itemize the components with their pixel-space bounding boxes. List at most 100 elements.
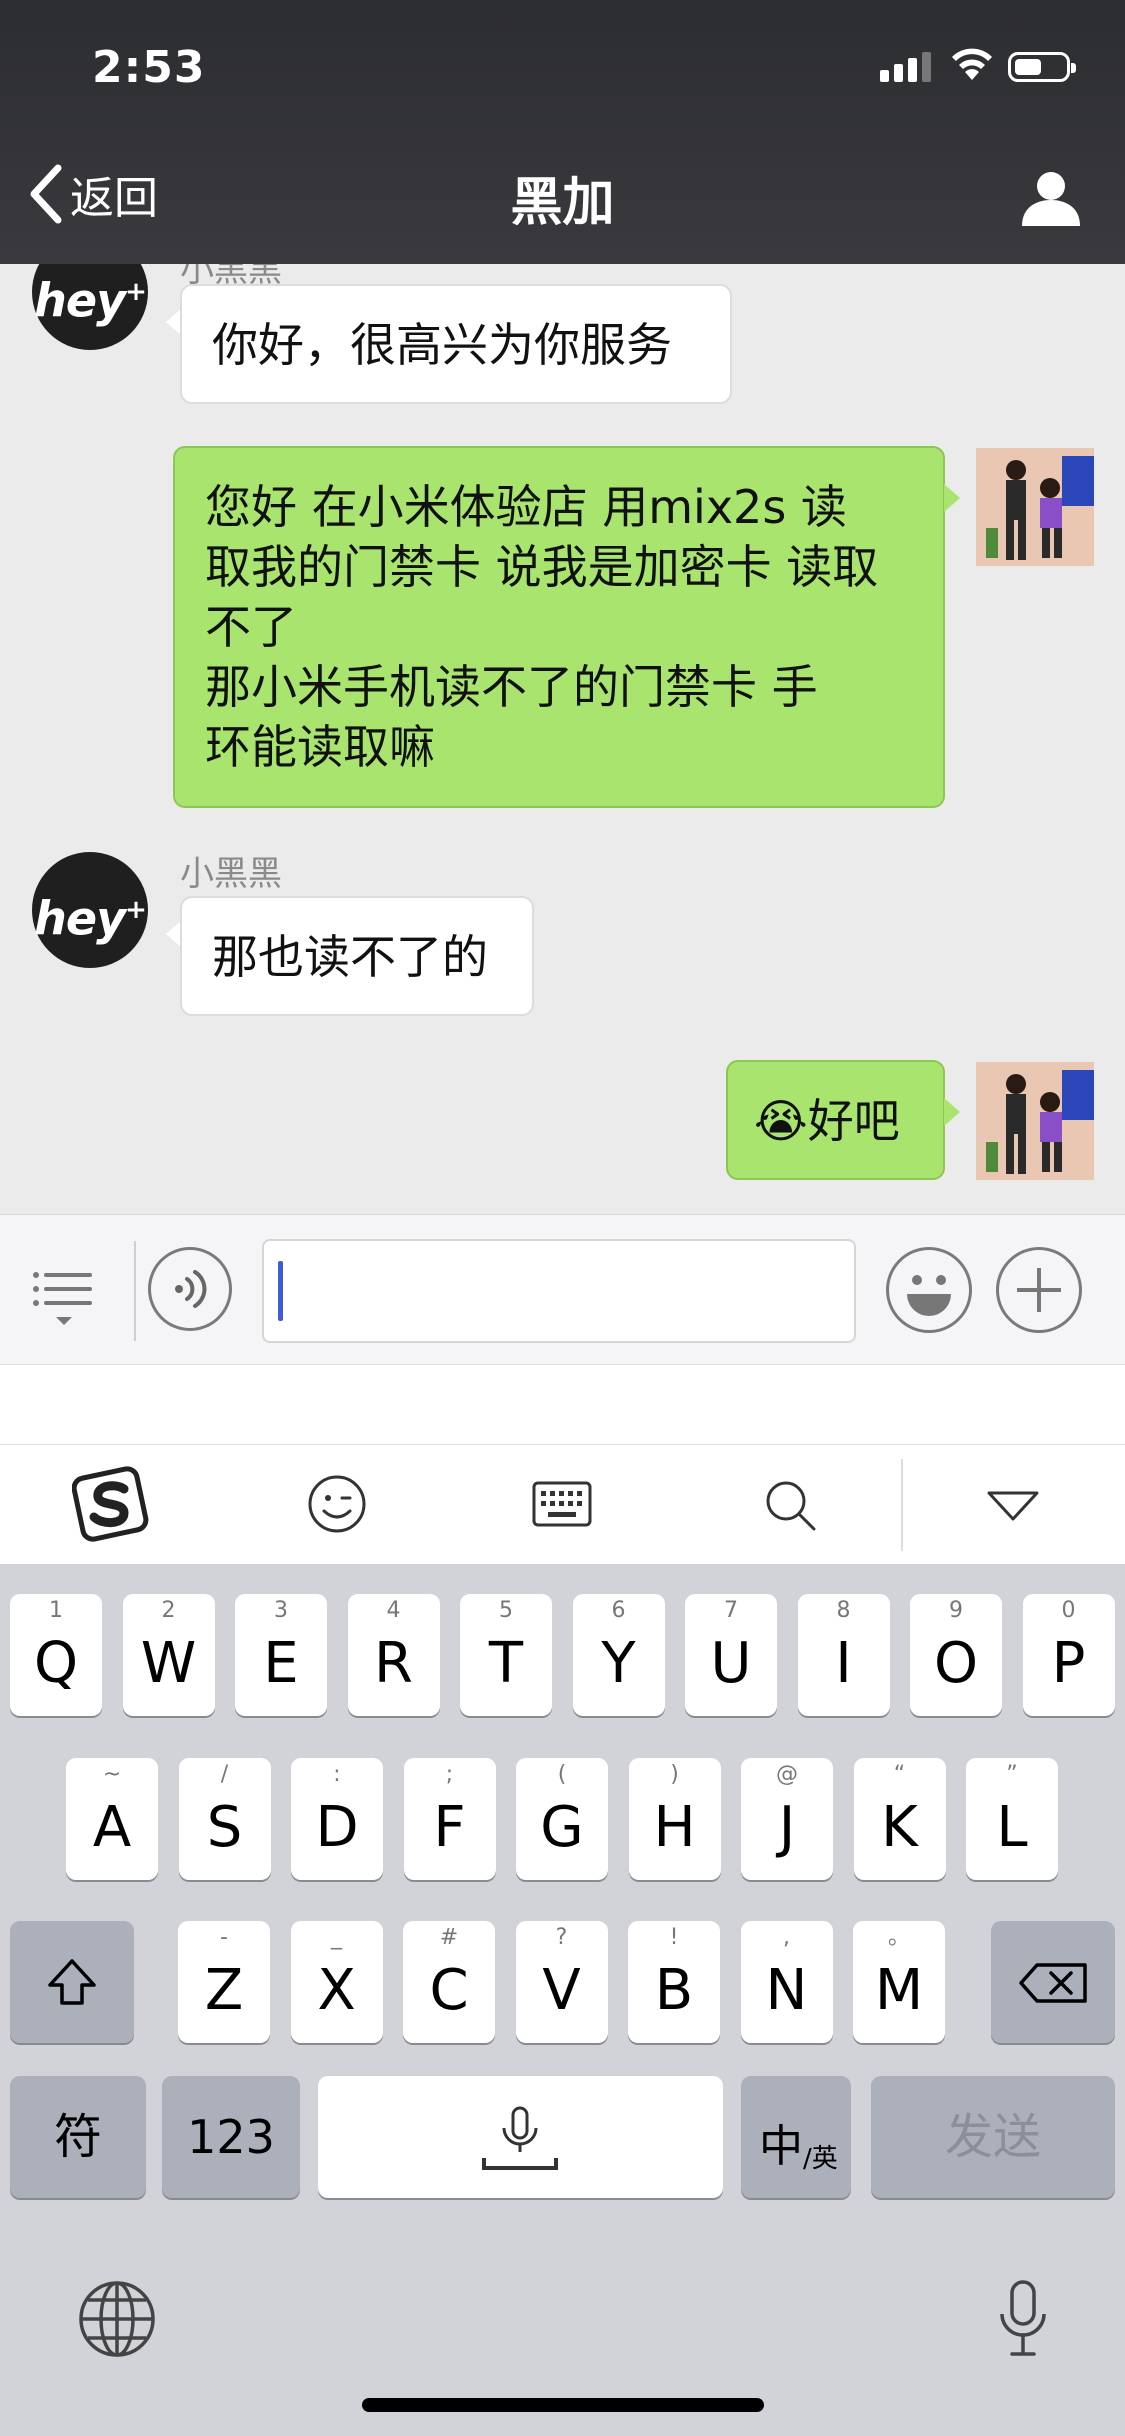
key-t[interactable]: 5T [460, 1594, 552, 1716]
key-hint: ( [557, 1762, 567, 1787]
key-label: T [488, 1631, 524, 1696]
message-bubble-outgoing[interactable]: 您好 在小米体验店 用mix2s 读 取我的门禁卡 说我是加密卡 读取 不了 那… [173, 446, 945, 808]
message-line: 那小米手机读不了的门禁卡 手 [205, 660, 818, 714]
key-w[interactable]: 2W [122, 1594, 215, 1716]
wifi-icon [950, 46, 994, 86]
key-g[interactable]: (G [516, 1758, 608, 1880]
key-hint: ; [445, 1762, 454, 1787]
key-s[interactable]: / S [178, 1758, 271, 1880]
key-hint: # [439, 1925, 459, 1950]
key-n[interactable]: ,N [740, 1921, 833, 2043]
symbols-key[interactable]: 符 [10, 2076, 146, 2198]
key-c[interactable]: # C [403, 1921, 495, 2043]
message-line: 取我的门禁卡 说我是加密卡 读取 [205, 540, 879, 594]
key-label: B [654, 1958, 694, 2023]
emoji-button[interactable] [886, 1247, 972, 1333]
chat-message-list[interactable]: 小黑黑 hey+ 你好，很高兴为你服务 您好 在小米体验店 用mix2s 读 取… [0, 264, 1125, 1214]
keyboard: 符 123 中 /英 发送 1 Q 2 W 3 E 4 R 5 T 6 Y 7 U 8 I 9 O 0 P ~ A / S: D… [0, 1564, 1125, 2436]
key-f[interactable]: ; F [403, 1758, 496, 1880]
key-j[interactable]: @ J [741, 1758, 833, 1880]
key-d[interactable]: :D [291, 1758, 383, 1880]
key-hint: 。 [887, 1925, 910, 1950]
home-indicator[interactable] [362, 2398, 764, 2412]
key-label: Y [601, 1631, 636, 1696]
profile-button[interactable] [1018, 168, 1084, 232]
key-l[interactable]: ” L [966, 1758, 1058, 1880]
key-y[interactable]: 6Y [572, 1594, 665, 1716]
triangle-down-icon [987, 1491, 1039, 1521]
language-switch-key[interactable]: 中 /英 [741, 2076, 851, 2198]
wink-face-icon [308, 1475, 366, 1533]
key-b[interactable]: ! B [628, 1921, 720, 2043]
key-label: R [374, 1631, 413, 1696]
language-sub-label: /英 [803, 2144, 838, 2174]
shift-key[interactable] [10, 1921, 134, 2043]
globe-button[interactable] [76, 2278, 158, 2364]
space-key[interactable] [318, 2076, 723, 2198]
microphone-icon [1000, 2280, 1046, 2356]
keyboard-switch-button[interactable] [532, 1481, 592, 1531]
key-m[interactable]: 。 M [853, 1921, 945, 2043]
key-u[interactable]: 7U [685, 1594, 777, 1716]
my-avatar[interactable] [976, 448, 1094, 566]
key-label: A [92, 1795, 132, 1860]
contact-avatar[interactable]: hey+ [32, 264, 148, 350]
key-label: N [765, 1958, 808, 2023]
keyboard-icon [532, 1481, 592, 1527]
key-hint: : [333, 1762, 341, 1787]
my-avatar[interactable] [976, 1062, 1094, 1180]
message-text-input[interactable] [262, 1239, 856, 1343]
key-hint: ! [669, 1925, 679, 1950]
numbers-key[interactable]: 123 [162, 2076, 300, 2198]
dictation-button[interactable] [996, 2280, 1050, 2362]
key-hint: 9 [949, 1598, 963, 1623]
page-title: 黑加 [510, 173, 615, 233]
key-hint: 2 [161, 1598, 176, 1623]
message-text: 你好，很高兴为你服务 [212, 318, 672, 372]
smiley-face-icon [907, 1275, 951, 1316]
hide-keyboard-button[interactable] [985, 1489, 1041, 1527]
search-button[interactable] [762, 1477, 818, 1537]
key-hint: 6 [611, 1598, 626, 1623]
key-label: S [206, 1795, 243, 1860]
key-e[interactable]: 3E [235, 1594, 327, 1716]
key-hint: 5 [499, 1598, 513, 1623]
message-line: 不了 [205, 600, 297, 654]
backspace-key[interactable] [991, 1921, 1115, 2043]
sogou-logo-button[interactable] [71, 1463, 152, 1547]
toolbar-divider [901, 1459, 903, 1551]
crying-laughing-emoji-icon: 😭 [754, 1094, 808, 1148]
key-z[interactable]: -Z [178, 1921, 270, 2043]
voice-input-button[interactable] [148, 1247, 232, 1331]
key-label: J [778, 1795, 796, 1860]
message-line: 环能读取嘛 [205, 720, 435, 774]
key-k[interactable]: “K [853, 1758, 946, 1880]
key-label: K [881, 1795, 918, 1860]
more-actions-button[interactable] [996, 1247, 1082, 1333]
message-bubble-incoming[interactable]: 你好，很高兴为你服务 [180, 284, 732, 404]
message-bubble-outgoing[interactable]: 😭好吧 [726, 1060, 945, 1180]
key-i[interactable]: 8I [797, 1594, 890, 1716]
key-x[interactable]: _ X [290, 1921, 383, 2043]
key-h[interactable]: ) H [628, 1758, 721, 1880]
key-hint: @ [776, 1762, 798, 1787]
key-hint: ? [555, 1925, 568, 1950]
key-label: M [874, 1958, 924, 2023]
key-label: G [540, 1795, 584, 1860]
microphone-icon [482, 2106, 558, 2170]
key-r[interactable]: 4R [347, 1594, 440, 1716]
menu-list-button[interactable] [32, 1267, 96, 1337]
send-key[interactable]: 发送 [871, 2076, 1115, 2198]
avatar-photo-image [976, 448, 1094, 566]
backspace-icon [1019, 1963, 1087, 2003]
message-text: 那也读不了的 [212, 930, 488, 984]
key-o[interactable]: 9O [910, 1594, 1002, 1716]
key-a[interactable]: ~ A [66, 1758, 158, 1880]
emoticon-button[interactable] [306, 1473, 368, 1539]
key-hint: - [220, 1925, 228, 1950]
key-p[interactable]: 0P [1022, 1594, 1115, 1716]
key-v[interactable]: ? V [515, 1921, 608, 2043]
key-q[interactable]: 1Q [10, 1594, 102, 1716]
contact-avatar[interactable]: hey+ [32, 852, 148, 968]
message-bubble-incoming[interactable]: 那也读不了的 [180, 896, 534, 1016]
